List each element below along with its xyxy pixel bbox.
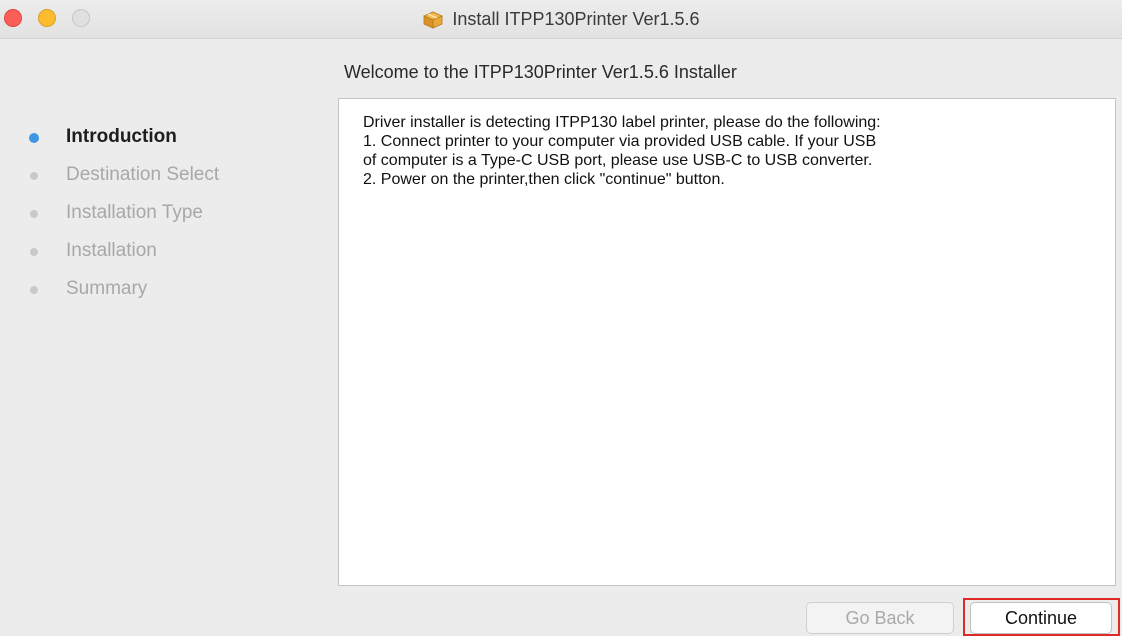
content-line: 1. Connect printer to your computer via … <box>363 133 877 150</box>
step-label: Introduction <box>66 126 177 147</box>
content-line: Driver installer is detecting ITPP130 la… <box>363 114 881 131</box>
active-step-dot-icon <box>29 133 39 143</box>
content-line: of computer is a Type-C USB port, please… <box>363 152 873 169</box>
step-installation-type: Installation Type <box>0 194 330 232</box>
step-label: Installation Type <box>66 202 203 223</box>
step-label: Destination Select <box>66 164 220 185</box>
window-title-group: Install ITPP130Printer Ver1.5.6 <box>0 0 1122 38</box>
title-bar: Install ITPP130Printer Ver1.5.6 <box>0 0 1122 39</box>
content-panel[interactable]: Driver installer is detecting ITPP130 la… <box>338 98 1116 586</box>
step-installation: Installation <box>0 232 330 270</box>
step-label: Summary <box>66 278 148 299</box>
step-dot-icon <box>30 286 38 294</box>
step-summary: Summary <box>0 270 330 308</box>
step-dot-icon <box>30 210 38 218</box>
step-dot-icon <box>30 248 38 256</box>
page-heading: Welcome to the ITPP130Printer Ver1.5.6 I… <box>344 62 737 82</box>
window-title: Install ITPP130Printer Ver1.5.6 <box>452 8 700 29</box>
step-dot-icon <box>30 172 38 180</box>
installer-window: Install ITPP130Printer Ver1.5.6 Welcome … <box>0 0 1122 636</box>
step-introduction: Introduction <box>0 118 330 156</box>
installer-steps-sidebar: Introduction Destination Select Installa… <box>0 118 330 308</box>
continue-highlight-box <box>963 598 1120 636</box>
content-line: 2. Power on the printer,then click "cont… <box>363 171 725 188</box>
step-label: Installation <box>66 240 157 261</box>
go-back-button[interactable]: Go Back <box>806 602 954 634</box>
step-destination-select: Destination Select <box>0 156 330 194</box>
package-icon <box>423 11 444 29</box>
